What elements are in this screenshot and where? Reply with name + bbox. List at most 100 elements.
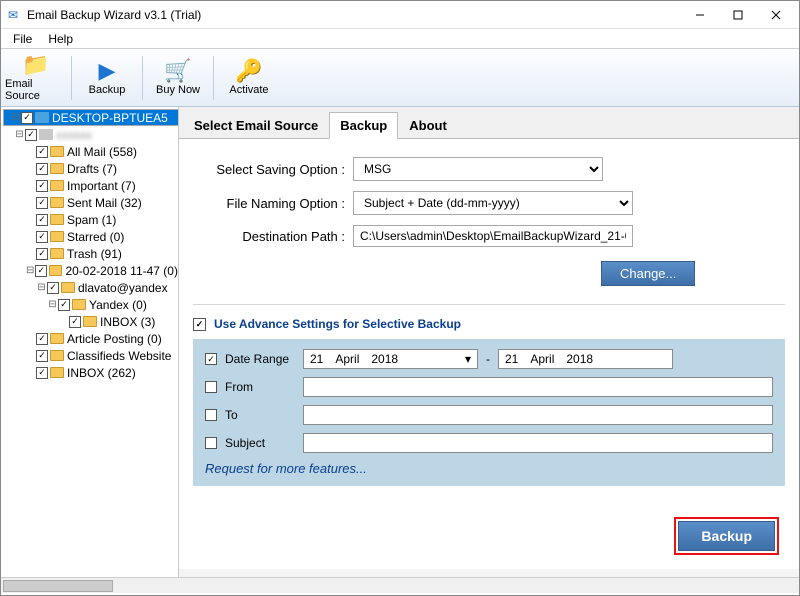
toolbar-email-source-label: Email Source — [5, 78, 67, 102]
tree-starred[interactable]: ✓Starred (0) — [3, 228, 178, 245]
from-input[interactable] — [303, 377, 773, 397]
tree-sent-mail[interactable]: ✓Sent Mail (32) — [3, 194, 178, 211]
tree-label: Sent Mail (32) — [67, 196, 142, 210]
folder-icon — [50, 214, 64, 225]
to-label: To — [225, 408, 238, 422]
maximize-button[interactable] — [719, 2, 757, 28]
date-to-picker[interactable]: 21April2018 — [498, 349, 673, 369]
tab-select-source[interactable]: Select Email Source — [183, 112, 329, 139]
from-checkbox[interactable]: From — [205, 380, 295, 394]
app-icon: ✉ — [5, 7, 21, 23]
request-features-link[interactable]: Request for more features... — [205, 461, 773, 476]
change-button[interactable]: Change... — [601, 261, 695, 286]
file-naming-select[interactable]: Subject + Date (dd-mm-yyyy) — [353, 191, 633, 215]
folder-icon — [83, 316, 97, 327]
date-separator: - — [486, 352, 490, 366]
toolbar-buy-now[interactable]: 🛒 Buy Now — [147, 51, 209, 105]
close-button[interactable] — [757, 2, 795, 28]
tree-root-label: DESKTOP-BPTUEA5 — [52, 111, 168, 125]
divider — [193, 304, 785, 305]
scrollbar-thumb[interactable] — [3, 580, 113, 592]
folder-tree[interactable]: ⊟✓DESKTOP-BPTUEA5 ⊟✓xxxxxx ✓All Mail (55… — [1, 107, 179, 577]
subject-label: Subject — [225, 436, 265, 450]
tree-inbox-main[interactable]: ✓INBOX (262) — [3, 364, 178, 381]
tree-important[interactable]: ✓Important (7) — [3, 177, 178, 194]
menubar: File Help — [1, 29, 799, 49]
advance-settings-checkbox[interactable]: ✓ Use Advance Settings for Selective Bac… — [193, 317, 785, 331]
destination-path-label: Destination Path : — [193, 229, 353, 244]
date-range-checkbox[interactable]: ✓Date Range — [205, 352, 295, 366]
folder-icon — [49, 265, 62, 276]
tree-label: INBOX (3) — [100, 315, 155, 329]
toolbar-email-source[interactable]: 📁 Email Source — [5, 51, 67, 105]
tree-yandex[interactable]: ⊟✓Yandex (0) — [3, 296, 178, 313]
titlebar: ✉ Email Backup Wizard v3.1 (Trial) — [1, 1, 799, 29]
backup-panel: Select Saving Option : MSG File Naming O… — [179, 139, 799, 569]
file-naming-label: File Naming Option : — [193, 196, 353, 211]
tree-all-mail[interactable]: ✓All Mail (558) — [3, 143, 178, 160]
folder-icon — [50, 146, 64, 157]
tree-inbox-yandex[interactable]: ✓INBOX (3) — [3, 313, 178, 330]
tab-bar: Select Email Source Backup About — [179, 107, 799, 139]
tree-trash[interactable]: ✓Trash (91) — [3, 245, 178, 262]
horizontal-scrollbar[interactable] — [1, 577, 799, 593]
checkbox-icon: ✓ — [193, 318, 206, 331]
date-from-picker[interactable]: 21April2018▾ — [303, 349, 478, 369]
play-icon: ▶ — [99, 60, 116, 82]
separator — [213, 56, 214, 100]
tree-account-label: xxxxxx — [56, 128, 92, 142]
backup-button-highlight: Backup — [674, 517, 779, 555]
window-buttons — [681, 2, 795, 28]
folder-icon — [39, 129, 53, 140]
subject-input[interactable] — [303, 433, 773, 453]
separator — [142, 56, 143, 100]
folder-plus-icon: 📁 — [22, 54, 49, 76]
menu-file[interactable]: File — [7, 30, 38, 48]
folder-icon — [50, 350, 64, 361]
tab-backup[interactable]: Backup — [329, 112, 398, 139]
toolbar-backup[interactable]: ▶ Backup — [76, 51, 138, 105]
folder-icon — [72, 299, 86, 310]
window-title: Email Backup Wizard v3.1 (Trial) — [27, 8, 681, 22]
folder-icon — [50, 163, 64, 174]
folder-icon — [50, 180, 64, 191]
toolbar-buynow-label: Buy Now — [156, 84, 200, 96]
tree-date-folder[interactable]: ⊟✓20-02-2018 11-47 (0) — [3, 262, 178, 279]
content-area: Select Email Source Backup About Select … — [179, 107, 799, 577]
menu-help[interactable]: Help — [42, 30, 79, 48]
from-label: From — [225, 380, 253, 394]
advance-settings-box: ✓Date Range 21April2018▾ - 21April2018 F… — [193, 339, 785, 486]
toolbar-activate-label: Activate — [229, 84, 268, 96]
tree-dlavato[interactable]: ⊟✓dlavato@yandex — [3, 279, 178, 296]
to-checkbox[interactable]: To — [205, 408, 295, 422]
tab-about[interactable]: About — [398, 112, 458, 139]
tree-spam[interactable]: ✓Spam (1) — [3, 211, 178, 228]
tree-article-posting[interactable]: ✓Article Posting (0) — [3, 330, 178, 347]
folder-icon — [50, 248, 64, 259]
subject-checkbox[interactable]: Subject — [205, 436, 295, 450]
toolbar-activate[interactable]: 🔑 Activate — [218, 51, 280, 105]
toolbar: 📁 Email Source ▶ Backup 🛒 Buy Now 🔑 Acti… — [1, 49, 799, 107]
tree-drafts[interactable]: ✓Drafts (7) — [3, 160, 178, 177]
cart-icon: 🛒 — [164, 60, 191, 82]
folder-icon — [50, 231, 64, 242]
tree-label: All Mail (558) — [67, 145, 137, 159]
date-range-label: Date Range — [225, 352, 289, 366]
calendar-icon: ▾ — [465, 352, 471, 366]
folder-icon — [61, 282, 75, 293]
to-input[interactable] — [303, 405, 773, 425]
saving-option-label: Select Saving Option : — [193, 162, 353, 177]
tree-root[interactable]: ⊟✓DESKTOP-BPTUEA5 — [3, 109, 179, 126]
tree-label: Classifieds Website — [67, 349, 171, 363]
backup-button[interactable]: Backup — [678, 521, 775, 551]
folder-icon — [50, 333, 64, 344]
tree-classifieds[interactable]: ✓Classifieds Website — [3, 347, 178, 364]
saving-option-select[interactable]: MSG — [353, 157, 603, 181]
folder-icon — [50, 367, 64, 378]
tree-label: Starred (0) — [67, 230, 124, 244]
tree-account[interactable]: ⊟✓xxxxxx — [3, 126, 178, 143]
advance-settings-label: Use Advance Settings for Selective Backu… — [214, 317, 461, 331]
separator — [71, 56, 72, 100]
minimize-button[interactable] — [681, 2, 719, 28]
destination-path-input[interactable] — [353, 225, 633, 247]
